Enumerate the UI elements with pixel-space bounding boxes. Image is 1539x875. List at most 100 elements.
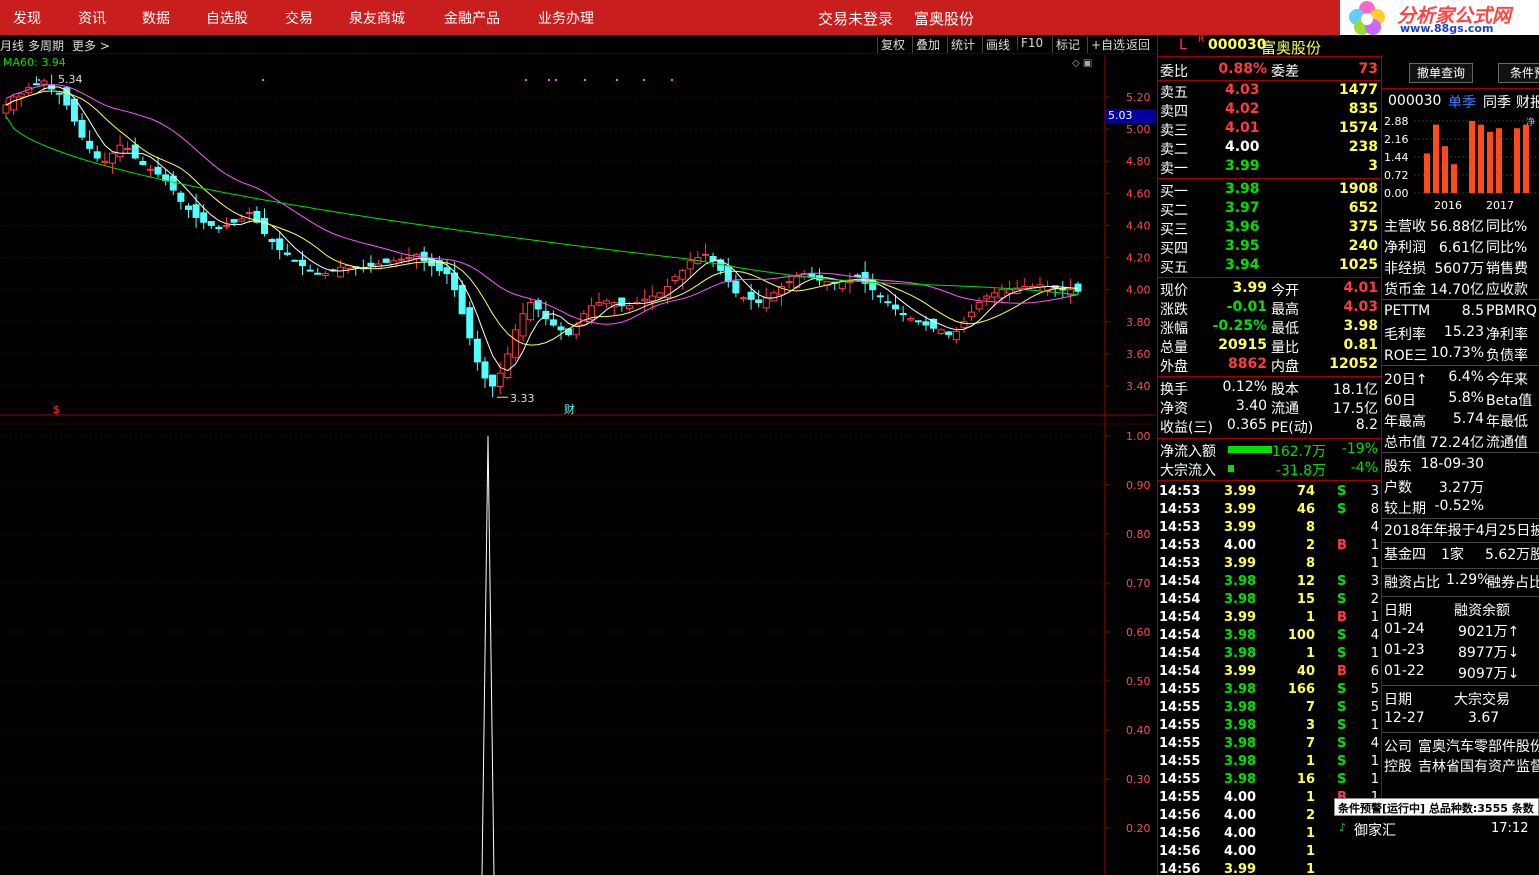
candle-body[interactable] [283, 252, 291, 255]
candle-body[interactable] [504, 353, 512, 379]
candle-body[interactable] [922, 321, 930, 326]
candle-body[interactable] [473, 338, 481, 363]
marker-dividend[interactable]: $ [53, 403, 60, 416]
candle-body[interactable] [101, 160, 109, 163]
candle-body[interactable] [892, 304, 900, 310]
ask-price[interactable]: 3.99 [1225, 158, 1260, 174]
tick-row[interactable]: 14:55 3.98 16 S 1 [1158, 772, 1381, 790]
candle-body[interactable] [108, 152, 116, 164]
candle-body[interactable] [679, 269, 687, 280]
candle-body[interactable] [260, 217, 268, 234]
f10-row[interactable]: 毛利率 15.23 净利率 [1382, 323, 1539, 343]
candle-body[interactable] [397, 258, 405, 261]
candle-body[interactable] [131, 144, 139, 159]
tick-row[interactable]: 14:53 3.99 8 4 [1158, 520, 1381, 538]
candle-body[interactable] [519, 313, 527, 337]
candle-body[interactable] [222, 224, 230, 227]
nav-watchlist[interactable]: 自选股 [206, 8, 248, 28]
period-monthly[interactable]: 月线 [0, 37, 24, 54]
candle-body[interactable] [230, 219, 238, 223]
candle-body[interactable] [724, 265, 732, 283]
f10-row[interactable]: ROE三 10.73% 负债率 [1382, 344, 1539, 364]
candle-body[interactable] [268, 239, 276, 242]
candle-body[interactable] [10, 96, 18, 111]
tab-same-quarter[interactable]: 同季 [1483, 92, 1511, 112]
f10-row[interactable]: PETTM 8.5 PBMRQ [1382, 302, 1539, 322]
tick-row[interactable]: 14:55 3.98 166 S 5 [1158, 682, 1381, 700]
candle-body[interactable] [1006, 289, 1014, 294]
candle-body[interactable] [40, 80, 48, 85]
candle-body[interactable] [466, 307, 474, 339]
f10-row[interactable]: 主营收 56.88亿 同比% [1382, 215, 1539, 235]
candle-body[interactable] [899, 313, 907, 316]
f10-row[interactable]: 非经损 5607万 销售费 [1382, 257, 1539, 277]
candle-body[interactable] [382, 258, 390, 263]
candle-body[interactable] [557, 326, 565, 331]
candle-body[interactable] [549, 319, 557, 326]
candle-body[interactable] [838, 281, 846, 289]
candle-body[interactable] [17, 93, 25, 98]
candle-body[interactable] [306, 269, 314, 272]
kline-chart-svg[interactable]: 5.20 5.00 4.80 4.60 4.40 4.20 4.00 3.80 3.60 3.40… [0, 55, 1156, 875]
nav-news[interactable]: 资讯 [78, 8, 106, 28]
tab-report[interactable]: 财报 [1516, 92, 1539, 112]
candle-body[interactable] [785, 281, 793, 284]
candle-body[interactable] [656, 292, 664, 298]
candle-body[interactable] [184, 205, 192, 210]
candle-body[interactable] [945, 331, 953, 336]
candle-body[interactable] [701, 253, 709, 256]
tick-row[interactable]: 14:54 3.98 1 S 1 [1158, 646, 1381, 664]
login-status[interactable]: 交易未登录 [818, 8, 893, 29]
candle-body[interactable] [595, 302, 603, 306]
candle-body[interactable] [116, 144, 124, 158]
tick-row[interactable]: 14:55 3.98 3 S 1 [1158, 718, 1381, 736]
candle-body[interactable] [884, 301, 892, 304]
candle-body[interactable] [762, 297, 770, 309]
marker-financial[interactable]: 财 [564, 401, 575, 417]
f10-row[interactable]: 较上期 -0.52% [1382, 497, 1539, 517]
candle-body[interactable] [648, 295, 656, 302]
candle-body[interactable] [914, 320, 922, 323]
candle-body[interactable] [367, 262, 375, 267]
nav-finance-products[interactable]: 金融产品 [444, 8, 500, 28]
tab-single-quarter[interactable]: 单季 [1448, 92, 1476, 112]
candle-body[interactable] [481, 361, 489, 379]
tick-row[interactable]: 14:53 3.99 46 S 8 [1158, 502, 1381, 520]
candle-body[interactable] [755, 299, 763, 304]
f10-row[interactable]: 净利润 6.61亿 同比% [1382, 236, 1539, 256]
nav-trade[interactable]: 交易 [285, 8, 313, 28]
candle-body[interactable] [207, 221, 215, 226]
ask-price[interactable]: 4.01 [1225, 120, 1260, 136]
nav-mall[interactable]: 泉友商城 [349, 8, 405, 28]
candle-body[interactable] [998, 289, 1006, 299]
candle-body[interactable] [2, 104, 10, 114]
ask-price[interactable]: 4.03 [1225, 82, 1260, 98]
btn-stats[interactable]: 统计 [947, 36, 978, 53]
candle-body[interactable] [1059, 288, 1067, 291]
candle-body[interactable] [625, 305, 633, 310]
tick-row[interactable]: 14:54 3.99 40 B 6 [1158, 664, 1381, 682]
candle-body[interactable] [747, 291, 755, 300]
candle-body[interactable] [321, 273, 329, 276]
candle-body[interactable] [990, 292, 998, 298]
candle-body[interactable] [489, 374, 497, 387]
tick-row[interactable]: 14:53 3.99 74 S 3 [1158, 484, 1381, 502]
ask-price[interactable]: 4.00 [1225, 139, 1260, 155]
candle-body[interactable] [192, 204, 200, 218]
tick-row[interactable]: 14:53 4.00 2 B 1 [1158, 538, 1381, 556]
bid-price[interactable]: 3.97 [1225, 200, 1260, 216]
candle-body[interactable] [154, 166, 162, 175]
candle-body[interactable] [671, 276, 679, 281]
candle-body[interactable] [876, 295, 884, 298]
kline-chart-area[interactable]: 5.20 5.00 4.80 4.60 4.40 4.20 4.00 3.80 3.60 3.40… [0, 55, 1156, 875]
tick-row[interactable]: 14:55 3.98 1 S 1 [1158, 754, 1381, 772]
btn-fuquan[interactable]: 复权 [877, 36, 908, 53]
candle-body[interactable] [32, 83, 40, 86]
candle-body[interactable] [70, 98, 78, 122]
candle-body[interactable] [124, 147, 132, 150]
f10-row[interactable]: 年最高 5.74 年最低 [1382, 410, 1539, 430]
candle-body[interactable] [952, 330, 960, 341]
candle-body[interactable] [618, 297, 626, 307]
nav-data[interactable]: 数据 [142, 8, 170, 28]
candle-body[interactable] [496, 372, 504, 387]
